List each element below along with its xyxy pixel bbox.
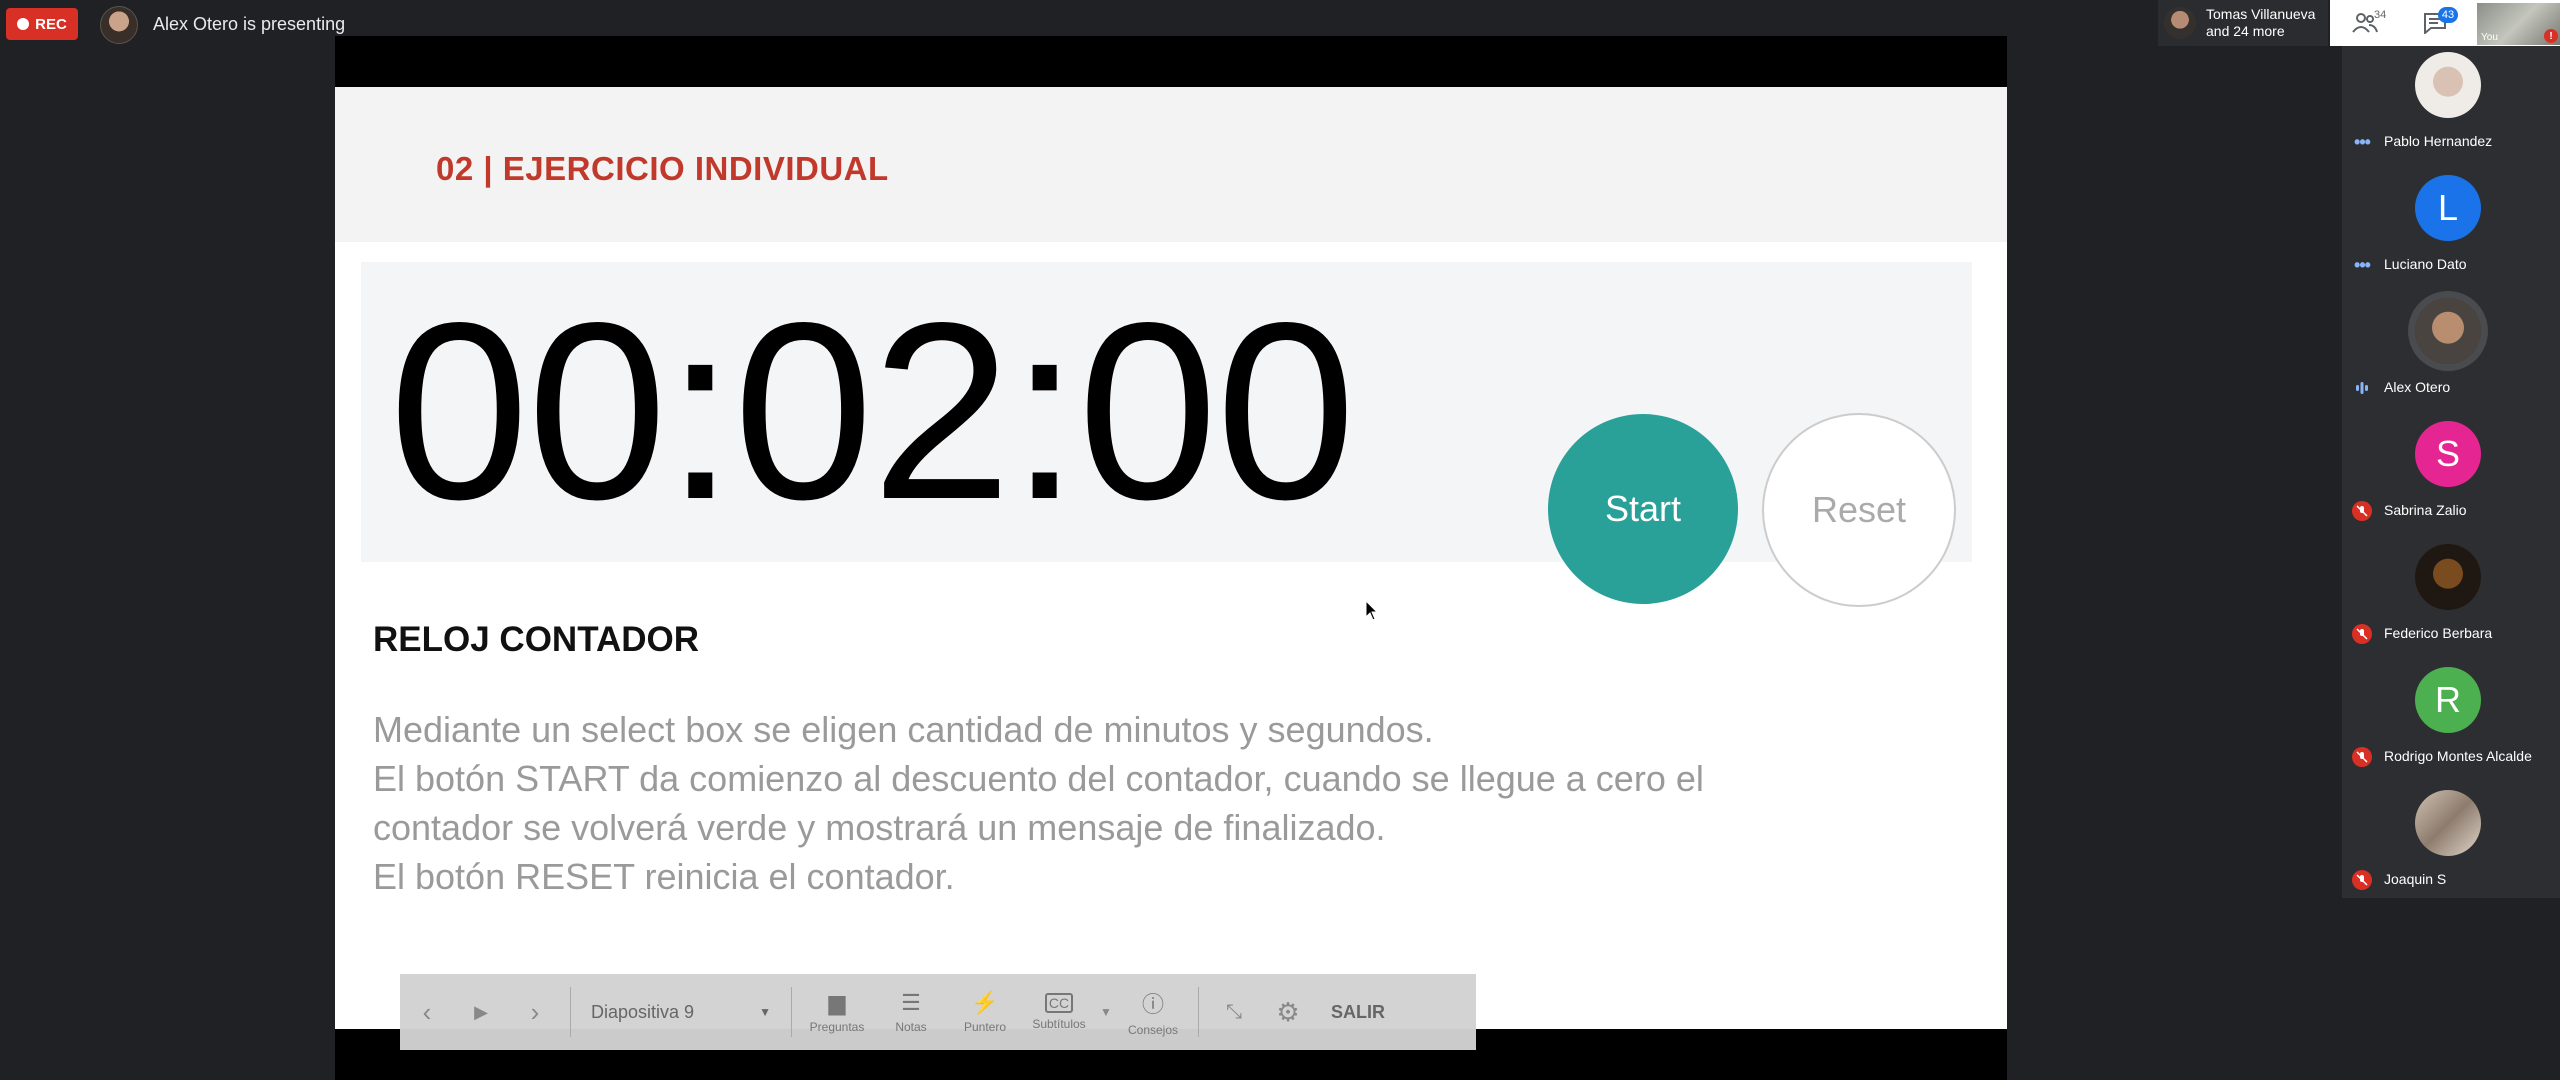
other-participants-chip[interactable]: Tomas Villanueva and 24 more — [2158, 0, 2328, 46]
pointer-button[interactable]: ⚡ Puntero — [948, 990, 1022, 1034]
info-icon: ⓘ — [1141, 992, 1164, 1017]
self-view-thumbnail[interactable]: You ! — [2477, 3, 2560, 45]
pointer-label: Puntero — [963, 1020, 1007, 1034]
participant-tile[interactable]: ••• Pablo Hernandez — [2342, 46, 2560, 169]
self-label: You — [2481, 32, 2498, 43]
body-text: Mediante un select box se eligen cantida… — [373, 705, 1913, 901]
mic-off-icon — [2352, 624, 2372, 644]
other-participants-label: Tomas Villanueva and 24 more — [2206, 6, 2315, 40]
start-button[interactable]: Start — [1548, 414, 1738, 604]
participant-tile[interactable]: Federico Berbara — [2342, 538, 2560, 661]
exit-fullscreen-button[interactable]: ⤡ — [1207, 974, 1261, 1050]
dropdown-arrow-icon: ▼ — [759, 1005, 771, 1019]
recording-badge: REC — [6, 8, 78, 40]
play-button[interactable]: ▶ — [454, 974, 508, 1050]
chevron-right-icon: › — [530, 996, 540, 1027]
dropdown-arrow-icon: ▼ — [1100, 1005, 1112, 1019]
participant-name: Joaquin S — [2384, 871, 2447, 887]
captions-label: Subtítulos — [1032, 1017, 1086, 1031]
body-title: RELOJ CONTADOR — [373, 620, 700, 659]
divider — [791, 987, 792, 1037]
speaking-dots-icon: ••• — [2354, 255, 2371, 275]
body-line: El botón START da comienzo al descuento … — [373, 758, 1704, 799]
mic-off-icon — [2352, 747, 2372, 767]
speaking-dots-icon: ••• — [2354, 132, 2371, 152]
avatar — [2415, 298, 2481, 364]
chat-count-badge: 43 — [2438, 7, 2458, 23]
avatar — [2415, 790, 2481, 856]
recording-label: REC — [35, 15, 67, 33]
audio-level-icon — [2352, 378, 2372, 398]
pointer-icon: ⚡ — [971, 990, 999, 1015]
notes-icon: ☰ — [901, 990, 921, 1015]
gear-icon: ⚙ — [1276, 996, 1300, 1027]
next-slide-button[interactable]: › — [508, 974, 562, 1050]
exit-fullscreen-icon: ⤡ — [1226, 1000, 1242, 1023]
mic-off-icon — [2352, 870, 2372, 890]
slide-select[interactable]: Diapositiva 9 ▼ — [579, 1002, 783, 1023]
participant-name: Federico Berbara — [2384, 625, 2493, 641]
mute-status — [2352, 747, 2372, 767]
participant-tile[interactable]: Alex Otero — [2342, 292, 2560, 415]
previous-slide-button[interactable]: ‹ — [400, 974, 454, 1050]
mute-status — [2352, 624, 2372, 644]
body-line: contador se volverá verde y mostrará un … — [373, 807, 1386, 848]
body-line: El botón RESET reinicia el contador. — [373, 856, 955, 897]
tips-label: Consejos — [1127, 1023, 1179, 1037]
avatar — [2415, 52, 2481, 118]
alert-icon: ! — [2544, 29, 2558, 43]
captions-menu-button[interactable]: ▼ — [1096, 974, 1116, 1050]
avatar: S — [2415, 421, 2481, 487]
play-icon: ▶ — [474, 1001, 488, 1022]
mic-off-icon — [2352, 501, 2372, 521]
settings-button[interactable]: ⚙ — [1261, 974, 1315, 1050]
participant-avatar — [2164, 7, 2196, 39]
participant-tile[interactable]: R Rodrigo Montes Alcalde — [2342, 661, 2560, 784]
others-more: and 24 more — [2206, 23, 2285, 39]
slide-header: 02 | EJERCICIO INDIVIDUAL — [335, 87, 2007, 242]
mute-status — [2352, 870, 2372, 890]
people-button[interactable]: 34 — [2330, 0, 2400, 46]
presenter-avatar — [100, 6, 138, 44]
mute-status — [2352, 501, 2372, 521]
exit-button[interactable]: SALIR — [1331, 1002, 1385, 1023]
divider — [570, 987, 571, 1037]
participant-name: Sabrina Zalio — [2384, 502, 2467, 518]
avatar: R — [2415, 667, 2481, 733]
section-title: 02 | EJERCICIO INDIVIDUAL — [436, 150, 889, 187]
mouse-cursor-icon — [1365, 600, 1379, 621]
timer-display: 00:02:00 — [389, 271, 1356, 552]
reset-button[interactable]: Reset — [1762, 413, 1956, 607]
chevron-left-icon: ‹ — [422, 996, 432, 1027]
captions-button[interactable]: CC Subtítulos — [1022, 993, 1096, 1031]
avatar — [2415, 544, 2481, 610]
tips-button[interactable]: ⓘ Consejos — [1116, 987, 1190, 1037]
others-name: Tomas Villanueva — [2206, 6, 2316, 22]
presenter-status: Alex Otero is presenting — [153, 14, 346, 34]
participant-name: Rodrigo Montes Alcalde — [2384, 748, 2532, 764]
timer-widget: 00:02:00 Start Reset — [361, 262, 1972, 607]
questions-label: Preguntas — [809, 1020, 865, 1034]
participant-name: Pablo Hernandez — [2384, 133, 2493, 149]
notes-button[interactable]: ☰ Notas — [874, 990, 948, 1034]
people-count: 34 — [2374, 9, 2387, 21]
captions-icon: CC — [1044, 993, 1074, 1013]
participant-tile[interactable]: Joaquin S — [2342, 784, 2560, 907]
questions-icon: ▆ — [828, 990, 846, 1015]
participants-panel: ••• Pablo Hernandez L ••• Luciano Dato A… — [2342, 46, 2560, 898]
participant-name: Luciano Dato — [2384, 256, 2467, 272]
participant-tile[interactable]: S Sabrina Zalio — [2342, 415, 2560, 538]
participant-tile[interactable]: L ••• Luciano Dato — [2342, 169, 2560, 292]
chat-button[interactable]: 43 — [2400, 0, 2470, 46]
questions-button[interactable]: ▆ Preguntas — [800, 990, 874, 1034]
participant-name: Alex Otero — [2384, 379, 2451, 395]
notes-label: Notas — [895, 1020, 927, 1034]
record-dot-icon — [17, 18, 30, 30]
presentation-slide: 02 | EJERCICIO INDIVIDUAL 00:02:00 Start… — [335, 87, 2007, 1029]
slide-select-value: Diapositiva 9 — [591, 1001, 695, 1022]
body-line: Mediante un select box se eligen cantida… — [373, 709, 1434, 750]
slide-controls-bar: ‹ ▶ › Diapositiva 9 ▼ ▆ Preguntas ☰ Nota… — [400, 974, 1476, 1050]
avatar: L — [2415, 175, 2481, 241]
divider — [1198, 987, 1199, 1037]
